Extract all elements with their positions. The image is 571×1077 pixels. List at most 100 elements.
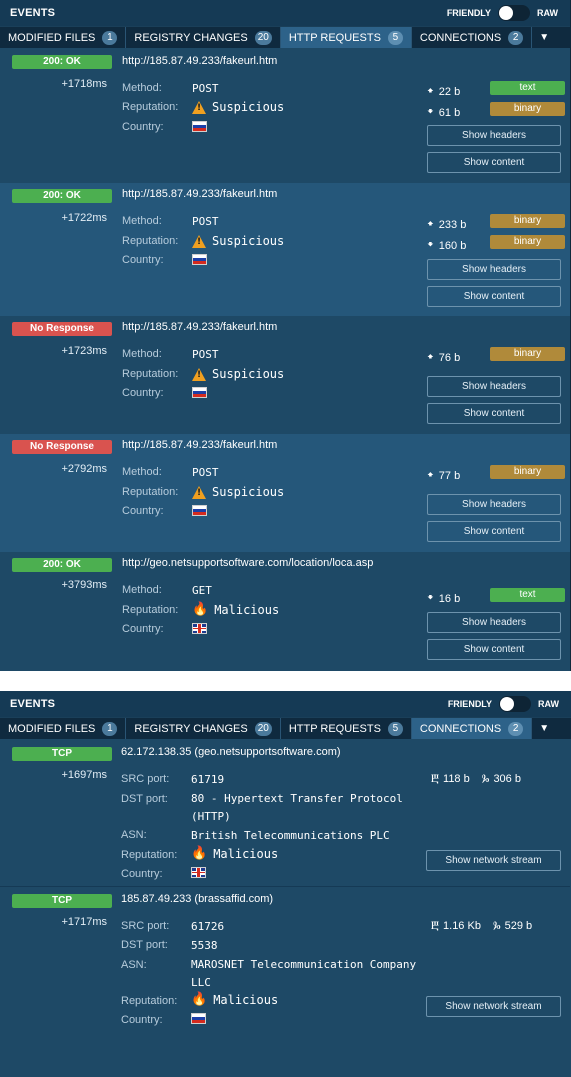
upload-size-value: 233 b — [438, 218, 467, 231]
tab-label: MODIFIED FILES — [8, 722, 96, 735]
country-label: Country: — [122, 505, 164, 517]
asn-value: British Telecommunications PLC — [191, 829, 390, 842]
timestamp: +1717ms — [61, 916, 107, 928]
show-content-button[interactable]: Show content — [427, 152, 561, 173]
country-label: Country: — [121, 868, 163, 880]
toggle-knob — [500, 697, 514, 711]
http-request-entry: 200: OK http://185.87.49.233/fakeurl.htm… — [0, 183, 570, 316]
russia-flag-icon — [192, 505, 207, 516]
dst-port-label: DST port: — [121, 793, 168, 805]
http-requests-panel: EVENTS FRIENDLY RAW MODIFIED FILES 1 REGI… — [0, 0, 571, 671]
upload-size-value: 76 b — [438, 351, 461, 364]
chevron-down-icon[interactable]: ▼ — [532, 718, 556, 739]
uk-flag-icon — [191, 867, 206, 878]
dst-port-value: 5538 — [191, 939, 218, 952]
traffic-stats: Ⰱ 118 b Ⰳ 306 b — [431, 772, 521, 786]
src-port-label: SRC port: — [121, 773, 170, 785]
tab-registry-changes[interactable]: REGISTRY CHANGES 20 — [126, 718, 281, 739]
request-url: http://geo.netsupportsoftware.com/locati… — [122, 557, 374, 569]
reputation-value: Suspicious — [192, 367, 284, 381]
uk-flag-icon — [192, 623, 207, 634]
download-stat: Ⰳ 306 b — [482, 772, 521, 786]
arrow-up-icon: 🠹 — [427, 84, 434, 97]
events-title: EVENTS — [10, 7, 56, 19]
show-headers-button[interactable]: Show headers — [427, 612, 561, 633]
tab-label: REGISTRY CHANGES — [134, 722, 248, 735]
src-port-value: 61719 — [191, 773, 225, 786]
download-value: 306 b — [493, 773, 521, 785]
fire-icon: 🔥 — [191, 992, 208, 1007]
status-badge: 200: OK — [12, 189, 112, 203]
show-headers-button[interactable]: Show headers — [427, 125, 561, 146]
download-icon: Ⰳ — [492, 919, 501, 932]
toggle-friendly-label: FRIENDLY — [446, 8, 491, 18]
tab-count: 5 — [387, 721, 403, 736]
reputation-value: Suspicious — [192, 485, 284, 499]
content-type-badge: binary — [490, 347, 565, 361]
method-value: GET — [192, 584, 212, 597]
toggle-raw-label: RAW — [537, 8, 558, 18]
reputation-text: Malicious — [213, 992, 279, 1007]
reputation-label: Reputation: — [122, 101, 179, 113]
upload-size: 🠹 77 b — [427, 466, 460, 485]
show-network-stream-button[interactable]: Show network stream — [426, 850, 561, 871]
tab-count: 1 — [102, 721, 118, 736]
tab-connections[interactable]: CONNECTIONS 2 — [412, 27, 533, 48]
tab-http-requests[interactable]: HTTP REQUESTS 5 — [281, 718, 412, 739]
tab-modified-files[interactable]: MODIFIED FILES 1 — [0, 27, 127, 48]
request-url: http://185.87.49.233/fakeurl.htm — [122, 188, 278, 200]
chevron-down-icon[interactable]: ▼ — [532, 27, 556, 48]
show-headers-button[interactable]: Show headers — [427, 259, 561, 280]
status-badge: No Response — [12, 322, 112, 336]
toggle-switch[interactable] — [499, 696, 531, 712]
show-content-button[interactable]: Show content — [427, 286, 561, 307]
show-headers-button[interactable]: Show headers — [427, 376, 561, 397]
reputation-text: Suspicious — [212, 100, 285, 114]
reputation-value: Suspicious — [192, 234, 284, 248]
russia-flag-icon — [191, 1013, 206, 1024]
asn-label: ASN: — [121, 829, 147, 841]
dst-port-label: DST port: — [121, 939, 168, 951]
show-network-stream-button[interactable]: Show network stream — [426, 996, 561, 1017]
timestamp: +2792ms — [61, 463, 107, 475]
toggle-switch[interactable] — [498, 5, 530, 21]
show-content-button[interactable]: Show content — [427, 639, 561, 660]
connection-entry: TCP 185.87.49.233 (brassaffid.com) +1717… — [0, 886, 570, 1031]
connection-host: 185.87.49.233 (brassaffid.com) — [121, 893, 274, 905]
tab-http-requests[interactable]: HTTP REQUESTS 5 — [280, 27, 412, 48]
connection-entry: TCP 62.172.138.35 (geo.netsupportsoftwar… — [0, 740, 570, 886]
method-value: POST — [192, 466, 219, 479]
request-url: http://185.87.49.233/fakeurl.htm — [122, 439, 278, 451]
tab-count: 2 — [508, 30, 524, 45]
show-content-button[interactable]: Show content — [427, 521, 561, 542]
timestamp: +1697ms — [61, 769, 107, 781]
asn-label: ASN: — [121, 959, 147, 971]
show-content-button[interactable]: Show content — [427, 403, 561, 424]
content-type-badge: binary — [490, 235, 565, 249]
upload-icon: Ⰱ — [431, 772, 440, 785]
download-size: 🠻 61 b — [427, 103, 460, 122]
tab-connections[interactable]: CONNECTIONS 2 — [411, 718, 533, 739]
show-headers-button[interactable]: Show headers — [427, 494, 561, 515]
events-header: EVENTS FRIENDLY RAW — [0, 691, 571, 717]
reputation-label: Reputation: — [121, 995, 178, 1007]
protocol-badge: TCP — [12, 747, 112, 761]
status-badge: No Response — [12, 440, 112, 454]
tab-modified-files[interactable]: MODIFIED FILES 1 — [0, 718, 127, 739]
reputation-text: Malicious — [213, 846, 279, 861]
upload-size: 🠹 76 b — [427, 348, 460, 367]
method-label: Method: — [122, 584, 162, 596]
reputation-text: Suspicious — [212, 367, 285, 381]
upload-stat: Ⰱ 1.16 Kb — [431, 919, 481, 933]
friendly-raw-toggle[interactable]: FRIENDLY RAW — [448, 696, 559, 712]
upload-value: 118 b — [443, 773, 470, 785]
connections-panel: EVENTS FRIENDLY RAW MODIFIED FILES 1 REGI… — [0, 691, 571, 1077]
events-title: EVENTS — [10, 698, 56, 710]
tab-registry-changes[interactable]: REGISTRY CHANGES 20 — [126, 27, 281, 48]
events-tabs: MODIFIED FILES 1 REGISTRY CHANGES 20 HTTP … — [0, 717, 571, 739]
request-url: http://185.87.49.233/fakeurl.htm — [122, 55, 278, 67]
timestamp: +1718ms — [61, 78, 107, 90]
toggle-knob — [499, 6, 513, 20]
fire-icon: 🔥 — [192, 602, 209, 617]
friendly-raw-toggle[interactable]: FRIENDLY RAW — [447, 5, 558, 21]
